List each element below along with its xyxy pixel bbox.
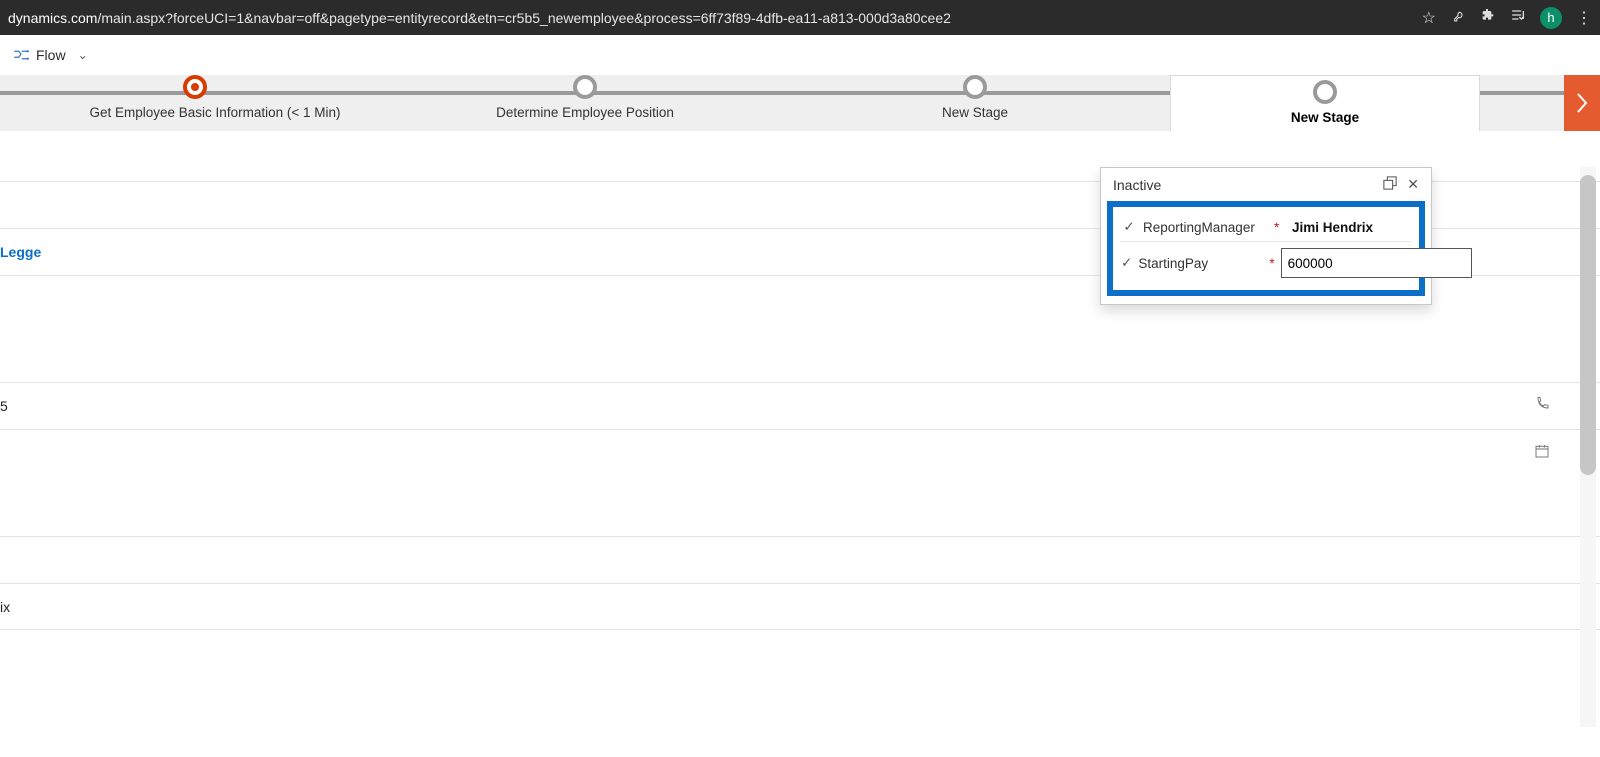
stage-label: Determine Employee Position	[496, 105, 674, 120]
field-label: ReportingManager	[1143, 220, 1268, 235]
address-bar[interactable]: dynamics.com/main.aspx?forceUCI=1&navbar…	[8, 10, 1412, 26]
form-spacer	[0, 476, 1600, 536]
required-indicator: *	[1269, 256, 1274, 271]
field-value[interactable]: Jimi Hendrix	[1288, 220, 1411, 235]
flow-icon	[12, 46, 30, 64]
field-trail: 5	[0, 398, 8, 414]
reading-list-icon[interactable]	[1510, 7, 1526, 28]
kebab-menu-icon[interactable]: ⋮	[1576, 8, 1592, 28]
form-row[interactable]: ix	[0, 583, 1600, 630]
field-label: StartingPay	[1138, 256, 1263, 271]
flyout-title: Inactive	[1113, 177, 1161, 193]
url-path: /main.aspx?forceUCI=1&navbar=off&pagetyp…	[97, 10, 950, 26]
stage-new-2[interactable]: New Stage	[1170, 75, 1480, 131]
key-icon[interactable]	[1450, 7, 1466, 28]
required-indicator: *	[1274, 220, 1282, 235]
star-icon[interactable]: ☆	[1422, 8, 1436, 28]
stage-label: New Stage	[942, 105, 1008, 120]
form-row-phone[interactable]: 5	[0, 382, 1600, 429]
next-stage-button[interactable]	[1564, 75, 1600, 131]
flow-label: Flow	[36, 47, 66, 63]
browser-chrome-bar: dynamics.com/main.aspx?forceUCI=1&navbar…	[0, 0, 1600, 35]
flyout-body: ✓ ReportingManager * Jimi Hendrix ✓ Star…	[1107, 201, 1425, 296]
field-starting-pay[interactable]: ✓ StartingPay *	[1117, 242, 1415, 284]
stage-node	[573, 75, 597, 99]
profile-avatar[interactable]: h	[1540, 7, 1562, 29]
form-spacer	[0, 322, 1600, 382]
chevron-down-icon: ⌄	[78, 48, 88, 62]
flow-menu-button[interactable]: Flow ⌄	[6, 42, 94, 68]
phone-icon[interactable]	[1534, 396, 1550, 417]
check-icon: ✓	[1121, 255, 1132, 271]
lookup-link[interactable]: Legge	[0, 244, 41, 260]
stage-basic-info[interactable]: Get Employee Basic Information (< 1 Min)	[0, 75, 390, 120]
form-row[interactable]	[0, 536, 1600, 583]
stage-determine-position[interactable]: Determine Employee Position	[390, 75, 780, 120]
business-process-flow: Get Employee Basic Information (< 1 Min)…	[0, 75, 1600, 131]
starting-pay-input[interactable]	[1281, 248, 1472, 278]
stage-node-current	[183, 75, 207, 99]
command-bar: Flow ⌄	[0, 35, 1600, 75]
stage-label: New Stage	[1291, 110, 1359, 125]
field-trail: ix	[0, 599, 10, 615]
stage-label: Get Employee Basic Information (< 1 Min)	[90, 105, 341, 120]
stage-flyout: Inactive ✕ ✓ ReportingManager * Jimi Hen…	[1100, 167, 1432, 305]
check-icon: ✓	[1121, 219, 1137, 235]
calendar-icon[interactable]	[1534, 443, 1550, 464]
vertical-scrollbar[interactable]	[1580, 167, 1596, 727]
dock-icon[interactable]	[1383, 176, 1397, 193]
stage-node	[1313, 80, 1337, 104]
close-icon[interactable]: ✕	[1407, 176, 1419, 193]
field-reporting-manager[interactable]: ✓ ReportingManager * Jimi Hendrix	[1117, 213, 1415, 241]
form-row-date[interactable]	[0, 429, 1600, 476]
stage-new-1[interactable]: New Stage	[780, 75, 1170, 120]
scrollbar-thumb[interactable]	[1580, 175, 1596, 475]
stage-node	[963, 75, 987, 99]
url-domain: dynamics.com	[8, 10, 97, 26]
extensions-icon[interactable]	[1480, 7, 1496, 28]
